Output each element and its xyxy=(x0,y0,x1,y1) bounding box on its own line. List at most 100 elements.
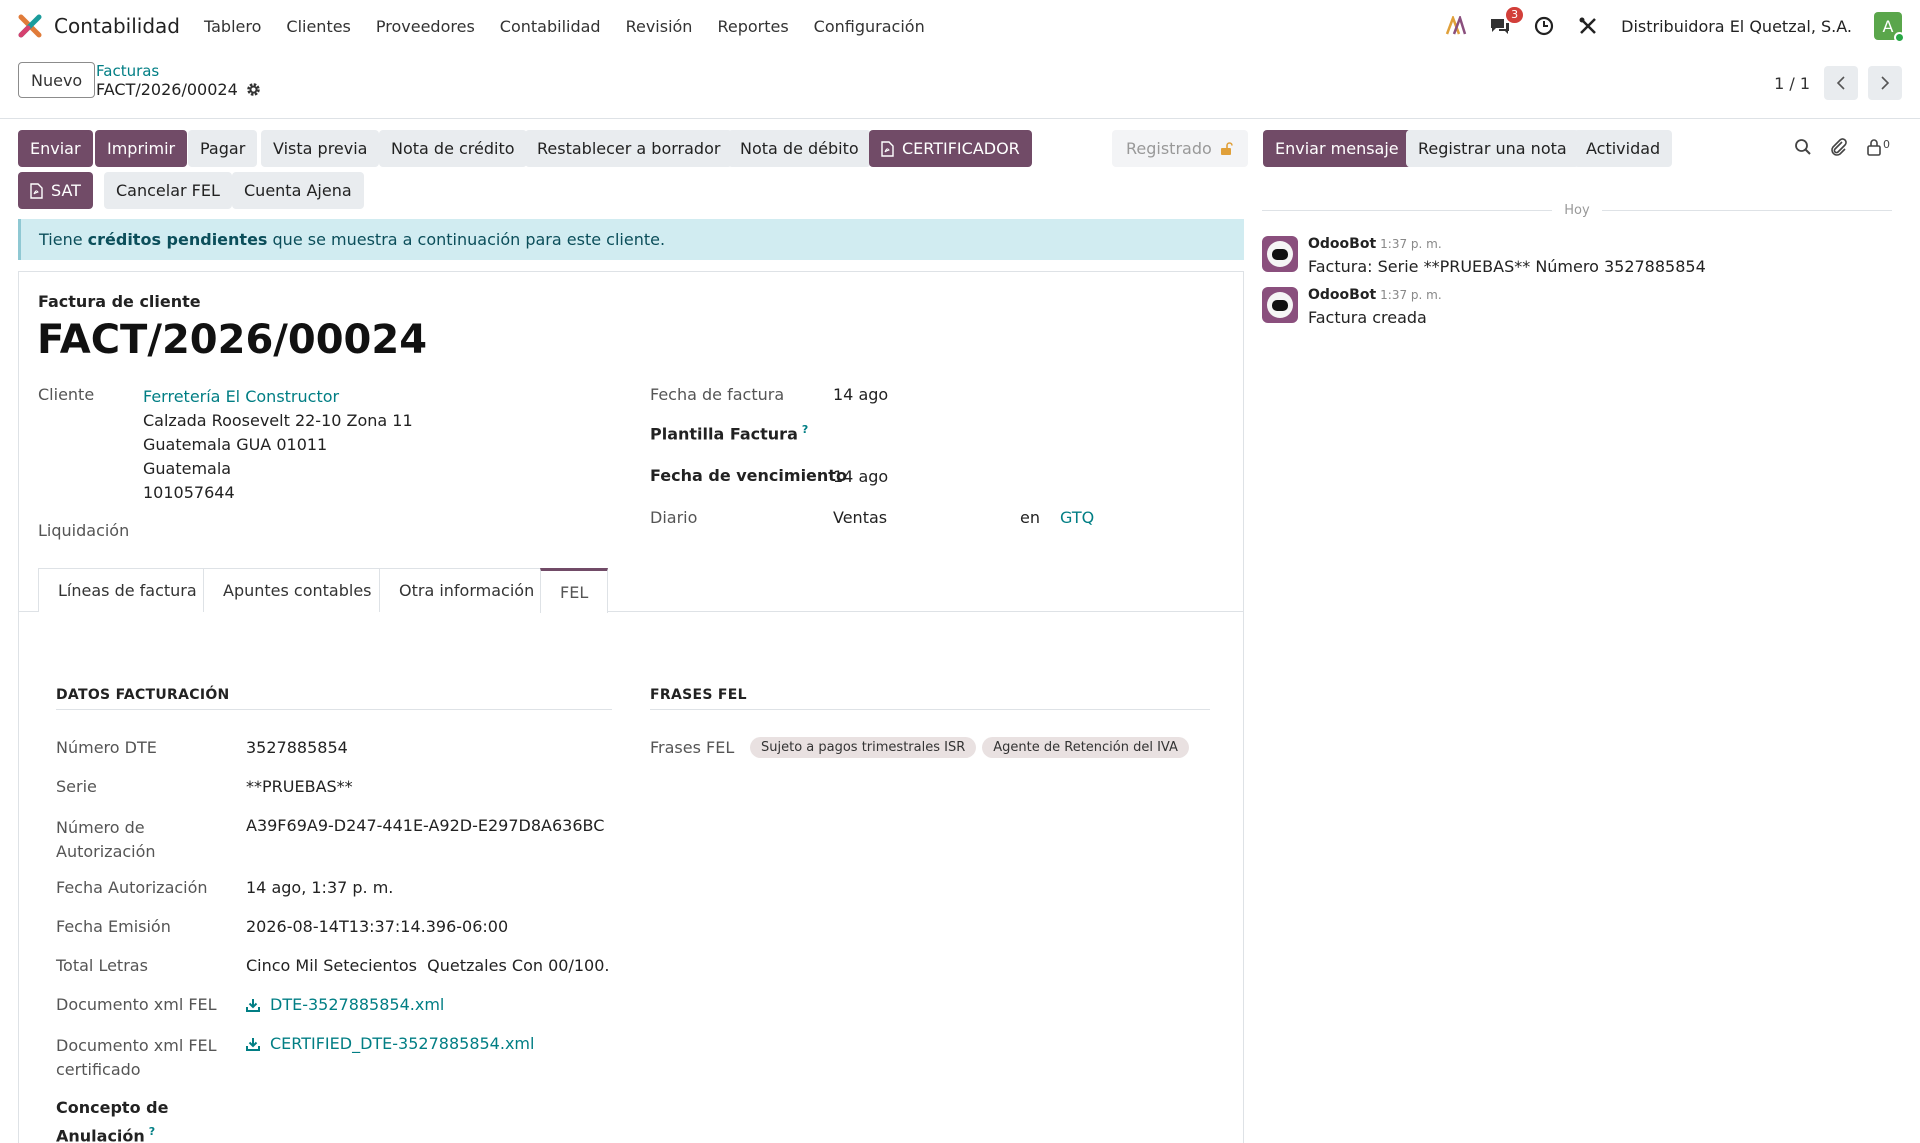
authorization-date-label: Fecha Autorización xyxy=(56,878,208,897)
debug-tools-icon[interactable] xyxy=(1577,15,1599,37)
journal-field[interactable]: Ventas xyxy=(833,508,887,527)
pager-value[interactable]: 1 / 1 xyxy=(1774,74,1810,93)
due-date-field[interactable]: 14 ago xyxy=(833,467,888,486)
menu-tablero[interactable]: Tablero xyxy=(204,17,261,36)
user-avatar[interactable]: A xyxy=(1874,12,1905,43)
authorization-number-label: Número de Autorización xyxy=(56,816,156,864)
invoice-type: Factura de cliente xyxy=(38,292,201,311)
pdf-file-icon xyxy=(881,140,894,157)
message-time: 1:37 p. m. xyxy=(1380,237,1442,251)
app-name[interactable]: Contabilidad xyxy=(54,14,180,38)
odoobot-avatar[interactable] xyxy=(1262,236,1298,272)
navbar-systray: 3 Distribuidora El Quetzal, S.A. A xyxy=(1445,0,1905,52)
total-letters-label: Total Letras xyxy=(56,956,148,975)
cancel-fel-button[interactable]: Cancelar FEL xyxy=(104,172,232,209)
gear-icon[interactable] xyxy=(246,82,261,97)
log-note-button[interactable]: Registrar una nota xyxy=(1406,130,1579,167)
message-author: OdooBot 1:37 p. m. xyxy=(1308,287,1442,303)
followers-button[interactable]: 0 xyxy=(1866,138,1890,156)
preview-button[interactable]: Vista previa xyxy=(261,130,380,167)
avatar-letter: A xyxy=(1882,16,1894,36)
form-tabs: Líneas de factura Apuntes contables Otra… xyxy=(19,568,1243,613)
accounting-app-icon[interactable] xyxy=(18,14,42,38)
company-switcher[interactable]: Distribuidora El Quetzal, S.A. xyxy=(1621,17,1852,36)
menu-revision[interactable]: Revisión xyxy=(626,17,693,36)
message-author-name[interactable]: OdooBot xyxy=(1308,236,1376,252)
tab-other-info[interactable]: Otra información xyxy=(379,568,555,612)
certified-xml-download-link[interactable]: CERTIFIED_DTE-3527885854.xml xyxy=(246,1034,534,1053)
send-message-button[interactable]: Enviar mensaje xyxy=(1263,130,1411,167)
separator-line xyxy=(1601,209,1892,211)
activity-clock-icon[interactable] xyxy=(1533,15,1555,37)
control-panel: Nuevo Facturas FACT/2026/00024 1 / 1 xyxy=(0,52,1920,119)
messages-icon[interactable]: 3 xyxy=(1489,7,1524,37)
invoice-template-label: Plantilla Factura? xyxy=(650,423,808,443)
tab-journal-items[interactable]: Apuntes contables xyxy=(203,568,392,612)
certificador-button[interactable]: CERTIFICADOR xyxy=(869,130,1032,167)
series-label: Serie xyxy=(56,777,97,796)
pdf-file-icon xyxy=(30,182,43,199)
sat-button[interactable]: SAT xyxy=(18,172,93,209)
ai-assistant-icon[interactable] xyxy=(1445,15,1467,37)
certified-xml-file-name: CERTIFIED_DTE-3527885854.xml xyxy=(270,1034,535,1053)
address-line-2: Guatemala GUA 01011 xyxy=(143,435,328,454)
separator-line xyxy=(1262,209,1553,211)
unlock-icon[interactable] xyxy=(1220,141,1234,156)
currency-field[interactable]: GTQ xyxy=(1060,508,1094,527)
debit-note-button[interactable]: Nota de débito xyxy=(728,130,871,167)
menu-proveedores[interactable]: Proveedores xyxy=(376,17,475,36)
help-tooltip-icon[interactable]: ? xyxy=(802,423,808,436)
status-badge: Registrado xyxy=(1112,130,1248,167)
help-tooltip-icon[interactable]: ? xyxy=(149,1125,155,1138)
total-letters-value: Cinco Mil Setecientos Quetzales Con 00/1… xyxy=(246,956,610,975)
message-time: 1:37 p. m. xyxy=(1380,288,1442,302)
online-status-dot xyxy=(1894,32,1905,43)
paperclip-icon[interactable] xyxy=(1830,138,1848,156)
tab-fel[interactable]: FEL xyxy=(540,568,609,613)
cuenta-ajena-button[interactable]: Cuenta Ajena xyxy=(232,172,364,209)
fel-phrases-label: Frases FEL xyxy=(650,738,735,757)
reset-to-draft-button[interactable]: Restablecer a borrador xyxy=(525,130,733,167)
dte-number-value: 3527885854 xyxy=(246,738,348,757)
print-button[interactable]: Imprimir xyxy=(95,130,188,167)
pager: 1 / 1 xyxy=(1774,66,1902,100)
credit-note-button[interactable]: Nota de crédito xyxy=(379,130,527,167)
menu-reportes[interactable]: Reportes xyxy=(717,17,788,36)
tab-invoice-lines[interactable]: Líneas de factura xyxy=(38,568,217,612)
pager-previous-button[interactable] xyxy=(1824,66,1858,100)
authorization-label-line-1: Número de xyxy=(56,818,145,837)
customer-address: Ferretería El Constructor Calzada Roosev… xyxy=(143,385,413,505)
authorization-number-value: A39F69A9-D247-441E-A92D-E297D8A636BC xyxy=(246,816,605,835)
pay-button[interactable]: Pagar xyxy=(188,130,258,167)
dte-number-label: Número DTE xyxy=(56,738,157,757)
xml-download-link[interactable]: DTE-3527885854.xml xyxy=(246,995,444,1014)
invoice-number: FACT/2026/00024 xyxy=(37,317,428,363)
alert-text-bold: créditos pendientes xyxy=(87,230,268,249)
customer-tax-id: 101057644 xyxy=(143,483,235,502)
new-button[interactable]: Nuevo xyxy=(18,62,96,98)
message-body: Factura creada xyxy=(1308,308,1427,327)
invoice-date-field[interactable]: 14 ago xyxy=(833,385,888,404)
chatter-message: OdooBot 1:37 p. m. Factura: Serie **PRUEB… xyxy=(1262,236,1706,276)
odoobot-avatar[interactable] xyxy=(1262,287,1298,323)
activity-button[interactable]: Actividad xyxy=(1574,130,1673,167)
search-icon[interactable] xyxy=(1794,138,1812,156)
message-body: Factura: Serie **PRUEBAS** Número 352788… xyxy=(1308,257,1706,276)
menu-clientes[interactable]: Clientes xyxy=(286,17,351,36)
chevron-left-icon xyxy=(1836,76,1845,90)
send-button[interactable]: Enviar xyxy=(18,130,93,167)
certified-xml-label-line-2: certificado xyxy=(56,1060,141,1079)
pager-next-button[interactable] xyxy=(1868,66,1902,100)
odoobot-face-icon xyxy=(1267,292,1293,318)
message-author-name[interactable]: OdooBot xyxy=(1308,287,1376,303)
emission-date-value: 2026-08-14T13:37:14.396-06:00 xyxy=(246,917,509,936)
breadcrumb-current-label: FACT/2026/00024 xyxy=(96,80,238,99)
day-label: Hoy xyxy=(1564,202,1590,218)
sat-label: SAT xyxy=(51,181,81,200)
menu-configuracion[interactable]: Configuración xyxy=(814,17,925,36)
cancellation-label-line-2: Anulación xyxy=(56,1126,145,1143)
fel-phrases-tags: Sujeto a pagos trimestrales ISR Agente de… xyxy=(750,736,1195,758)
customer-link[interactable]: Ferretería El Constructor xyxy=(143,385,413,409)
menu-contabilidad[interactable]: Contabilidad xyxy=(500,17,601,36)
breadcrumb-facturas[interactable]: Facturas xyxy=(96,62,261,80)
